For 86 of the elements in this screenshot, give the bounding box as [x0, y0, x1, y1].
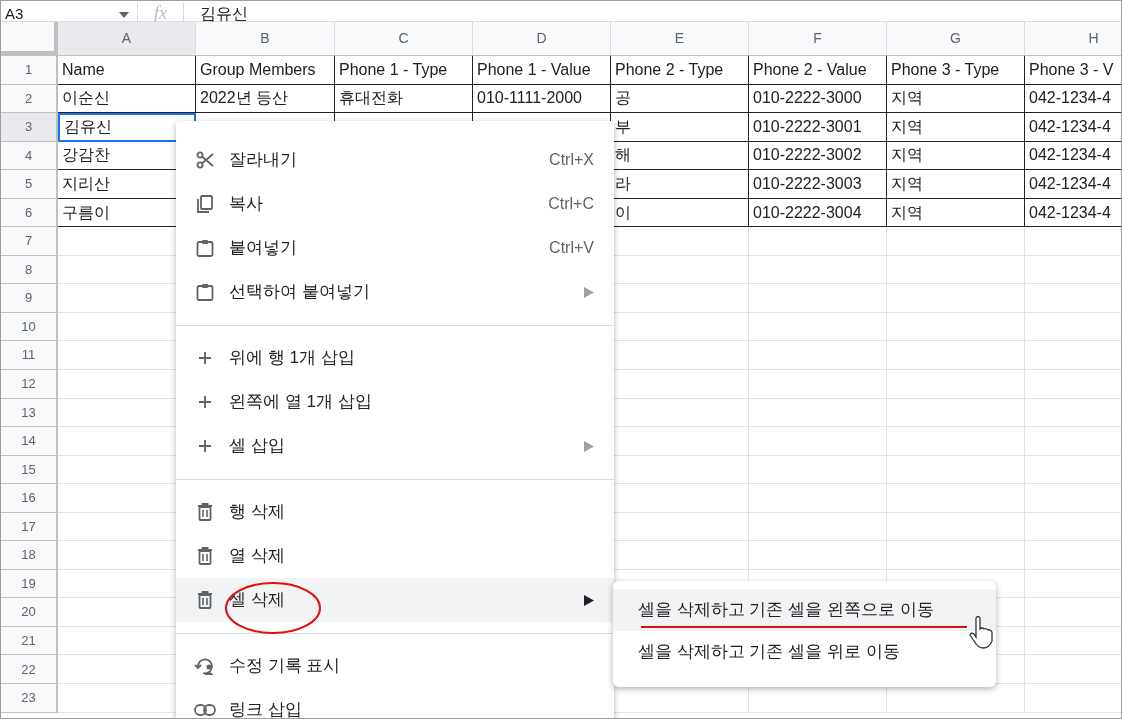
table-cell: 지역 [887, 141, 1025, 171]
table-cell: Phone 2 - Value [749, 56, 887, 85]
row-header[interactable]: 11 [1, 341, 58, 370]
table-cell: Name [58, 56, 196, 85]
row-header[interactable]: 14 [1, 427, 58, 456]
row-header[interactable]: 23 [1, 684, 58, 713]
row-header[interactable]: 7 [1, 227, 58, 256]
shortcut-label: Ctrl+C [548, 194, 594, 214]
menu-item[interactable]: 선택하여 붙여넣기 [176, 270, 614, 314]
row-header[interactable]: 19 [1, 569, 58, 599]
copy-icon [195, 194, 215, 214]
menu-item[interactable]: 행 삭제 [176, 490, 614, 534]
menu-item[interactable]: 열 삭제 [176, 534, 614, 578]
plus-icon [197, 394, 213, 410]
table-cell: 042-1234-4 [1025, 141, 1121, 171]
table-cell: Phone 1 - Type [335, 56, 473, 85]
row-header[interactable]: 21 [1, 626, 58, 656]
row-header[interactable]: 16 [1, 484, 58, 513]
table-cell: 010-1111-2000 [473, 84, 611, 114]
row-header[interactable]: 10 [1, 312, 58, 342]
name-box[interactable]: A3 [1, 6, 24, 21]
table-cell: 010-2222-3004 [749, 198, 887, 228]
row-header[interactable]: 18 [1, 541, 58, 570]
row-header[interactable]: 13 [1, 398, 58, 428]
menu-item[interactable]: 셀 삽입 [176, 424, 614, 468]
table-cell: 010-2222-3002 [749, 141, 887, 171]
trash-icon [196, 546, 214, 566]
menu-item[interactable]: 잘라내기 Ctrl+X [176, 138, 614, 182]
trash-icon [196, 590, 214, 610]
menu-item[interactable]: 붙여넣기 Ctrl+V [176, 226, 614, 270]
column-header[interactable]: A [58, 22, 196, 55]
table-cell: 지역 [887, 113, 1025, 142]
table-cell: Group Members [196, 56, 335, 85]
menu-item[interactable]: 링크 삽입 [176, 688, 614, 718]
scissors-icon [195, 150, 215, 170]
table-cell: 휴대전화 [335, 84, 473, 114]
table-cell: 042-1234-4 [1025, 113, 1121, 142]
table-cell: Phone 3 - V [1025, 56, 1121, 85]
shortcut-label: Ctrl+X [549, 150, 594, 170]
clipboard-icon [195, 238, 215, 258]
table-cell: 042-1234-4 [1025, 84, 1121, 114]
table-cell: Phone 2 - Type [611, 56, 749, 85]
row-header[interactable]: 5 [1, 170, 58, 199]
menu-item[interactable]: 수정 기록 표시 [176, 644, 614, 688]
trash-icon [196, 502, 214, 522]
menu-item[interactable]: 위에 행 1개 삽입 [176, 336, 614, 380]
row-header[interactable]: 15 [1, 455, 58, 485]
row-header[interactable]: 8 [1, 255, 58, 285]
menu-item[interactable]: 셀을 삭제하고 기존 셀을 위로 이동 [613, 631, 996, 673]
history-person-icon [194, 655, 216, 677]
menu-item[interactable]: 왼쪽에 열 1개 삽입 [176, 380, 614, 424]
row-header[interactable]: 2 [1, 84, 58, 114]
row-header[interactable]: 1 [1, 56, 58, 85]
table-cell: 010-2222-3000 [749, 84, 887, 114]
shortcut-label: Ctrl+V [549, 238, 594, 258]
plus-icon [197, 350, 213, 366]
dropdown-icon[interactable] [119, 12, 129, 18]
menu-item[interactable]: 셀을 삭제하고 기존 셀을 왼쪽으로 이동 [613, 589, 996, 631]
formula-value[interactable]: 김유신 [184, 7, 248, 21]
row-header[interactable]: 20 [1, 598, 58, 627]
table-cell: 이순신 [58, 84, 196, 114]
table-cell: 지역 [887, 84, 1025, 114]
table-cell: 010-2222-3001 [749, 113, 887, 142]
clipboard-icon [195, 282, 215, 302]
table-cell: 지역 [887, 170, 1025, 199]
row-header[interactable]: 6 [1, 198, 58, 228]
table-cell: 공 [611, 84, 749, 114]
row-header[interactable]: 9 [1, 284, 58, 313]
table-cell: 042-1234-4 [1025, 170, 1121, 199]
table-cell: 042-1234-4 [1025, 198, 1121, 228]
table-cell: Phone 1 - Value [473, 56, 611, 85]
row-header[interactable]: 4 [1, 141, 58, 171]
function-icon: fx [138, 5, 183, 21]
row-header[interactable]: 17 [1, 512, 58, 542]
row-header[interactable]: 22 [1, 655, 58, 685]
link-icon [194, 703, 216, 717]
row-header[interactable]: 12 [1, 370, 58, 399]
menu-item[interactable]: 복사 Ctrl+C [176, 182, 614, 226]
plus-icon [197, 438, 213, 454]
row-header[interactable]: 3 [1, 113, 58, 142]
hand-cursor-icon [969, 615, 993, 649]
menu-item[interactable]: 셀 삭제 [176, 578, 614, 622]
table-cell: 지역 [887, 198, 1025, 228]
table-cell: Phone 3 - Type [887, 56, 1025, 85]
table-cell: 2022년 등산 [196, 84, 335, 114]
table-cell: 010-2222-3003 [749, 170, 887, 199]
